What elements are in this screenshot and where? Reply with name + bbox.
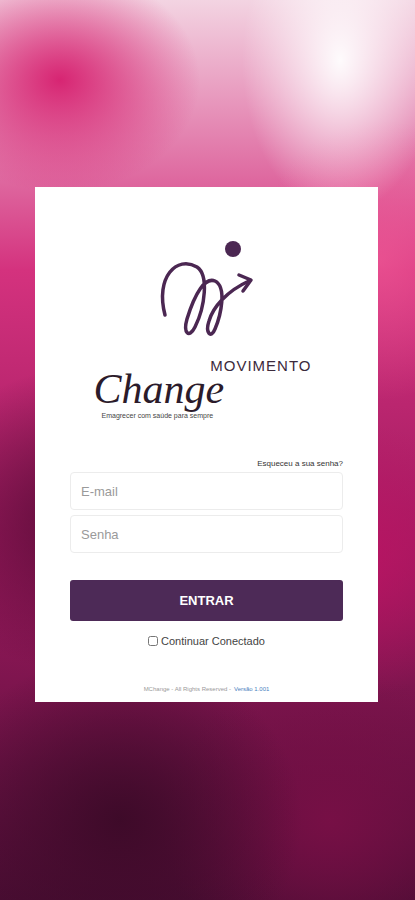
footer-text: MChange - All Rights Reserved - [144,686,231,692]
logo: MOVIMENTOChange Emagrecer com saúde para … [70,237,343,419]
login-card: MOVIMENTOChange Emagrecer com saúde para … [35,187,378,702]
forgot-password-link[interactable]: Esqueceu a sua senha? [257,459,343,468]
footer: MChange - All Rights Reserved -Versão 1.… [144,656,270,692]
remember-checkbox[interactable] [148,636,158,646]
version-link[interactable]: Versão 1.001 [234,686,269,692]
email-field[interactable] [70,472,343,510]
remember-label: Continuar Conectado [161,635,265,647]
password-field[interactable] [70,515,343,553]
brand-top: MOVIMENTO [210,357,311,374]
brand-name: MOVIMENTOChangeEmagrecer com saúde para … [102,357,312,419]
remember-option[interactable]: Continuar Conectado [148,635,265,647]
brand-script: Change [94,368,312,410]
login-button[interactable]: ENTRAR [70,580,343,621]
tagline: Emagrecer com saúde para sempre [102,412,312,419]
figure-logo-icon [147,237,267,347]
